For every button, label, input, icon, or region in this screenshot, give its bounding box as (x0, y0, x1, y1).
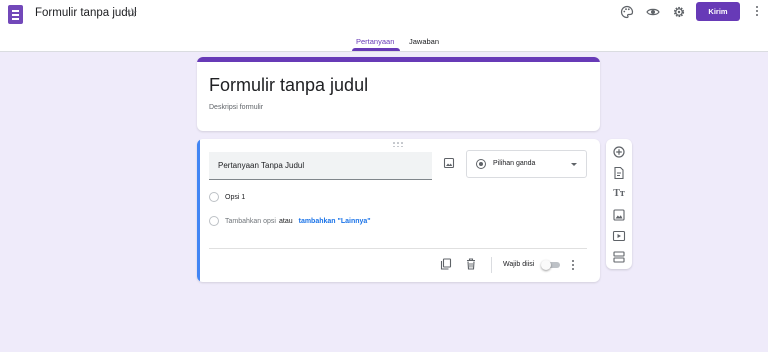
side-toolbar: Tт (606, 139, 632, 269)
question-card: Pertanyaan Tanpa Judul Pilihan ganda Ops… (197, 139, 600, 282)
question-title-field[interactable]: Pertanyaan Tanpa Judul (209, 152, 432, 180)
question-type-dropdown[interactable]: Pilihan ganda (466, 150, 587, 178)
form-description-field[interactable]: Deskripsi formulir (209, 104, 263, 111)
top-bar: Formulir tanpa judul ☆ Kirim Pertanyaan … (0, 0, 768, 52)
dropdown-arrow-icon (571, 163, 577, 166)
question-title-text: Pertanyaan Tanpa Judul (218, 161, 305, 170)
option-radio-icon (209, 192, 219, 202)
footer-separator (491, 257, 492, 273)
tab-questions[interactable]: Pertanyaan (356, 37, 394, 46)
add-option-row: Tambahkan opsi atau tambahkan "Lainnya" (225, 218, 371, 225)
add-option-radio-icon (209, 216, 219, 226)
star-icon[interactable]: ☆ (126, 5, 138, 21)
option-label[interactable]: Opsi 1 (225, 194, 245, 201)
add-image-icon[interactable] (612, 208, 626, 222)
add-section-icon[interactable] (612, 250, 626, 264)
question-more-icon[interactable] (570, 258, 576, 272)
footer-divider (209, 248, 587, 249)
or-label: atau (278, 218, 293, 225)
gear-icon[interactable] (672, 5, 686, 19)
drag-handle-icon[interactable] (393, 142, 405, 148)
document-title[interactable]: Formulir tanpa judul (35, 7, 137, 19)
duplicate-icon[interactable] (440, 258, 452, 270)
title-card-accent (197, 57, 600, 62)
active-question-indicator (197, 139, 200, 282)
radio-checked-icon (476, 159, 486, 169)
active-tab-indicator (352, 48, 400, 51)
add-question-icon[interactable] (612, 145, 626, 159)
add-other-link[interactable]: tambahkan "Lainnya" (299, 218, 371, 225)
add-option-link[interactable]: Tambahkan opsi (225, 218, 276, 225)
add-image-icon[interactable] (443, 157, 455, 169)
add-video-icon[interactable] (612, 229, 626, 243)
required-toggle[interactable] (541, 260, 561, 270)
required-label: Wajib diisi (503, 261, 535, 268)
tab-responses[interactable]: Jawaban (409, 37, 439, 46)
eye-preview-icon[interactable] (646, 5, 660, 19)
form-title[interactable]: Formulir tanpa judul (209, 75, 368, 96)
send-button[interactable]: Kirim (696, 2, 740, 21)
palette-icon[interactable] (620, 5, 634, 19)
more-vert-icon[interactable] (754, 4, 760, 20)
question-type-label: Pilihan ganda (493, 160, 536, 167)
delete-icon[interactable] (465, 258, 477, 270)
import-questions-icon[interactable] (612, 166, 626, 180)
add-title-icon[interactable]: Tт (612, 187, 626, 201)
form-title-card: Formulir tanpa judul Deskripsi formulir (197, 57, 600, 131)
forms-logo-icon[interactable] (8, 5, 23, 24)
